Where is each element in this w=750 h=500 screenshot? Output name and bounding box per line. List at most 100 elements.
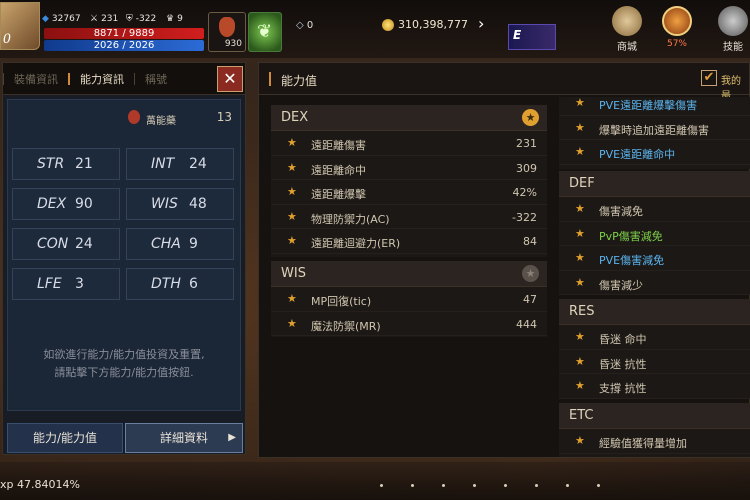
section-wis: WIS ★ ★ MP回復(tic) 47 ★ 魔法防禦(MR) 444 bbox=[271, 261, 547, 337]
stat-row: ★ 傷害減少 bbox=[559, 271, 750, 295]
elixir-row: 萬能藥 13 bbox=[8, 110, 240, 128]
stat-row: ★ 遠距離迴避力(ER) 84 bbox=[271, 229, 547, 254]
mp-bar: 2026 / 2026 bbox=[44, 40, 204, 51]
stat-row: ★ 昏迷 抗性 bbox=[559, 350, 750, 374]
stat-dth: DTH 6 bbox=[126, 268, 234, 300]
stat-d: ♛ 9 bbox=[166, 14, 183, 24]
gold-coin-icon bbox=[382, 18, 394, 31]
stat-str: STR 21 bbox=[12, 148, 120, 180]
stat-row: ★ 支撐 抗性 bbox=[559, 374, 750, 399]
star-icon: ★ bbox=[575, 145, 585, 158]
section-res-header: RES bbox=[559, 299, 750, 325]
bottom-bar: xp 47.84014% bbox=[0, 462, 750, 500]
stat-row: ★ PVE傷害減免 bbox=[559, 246, 750, 271]
section-dex-continued: ★ PVE遠距離爆擊傷害 ★ 爆擊時追加遠距離傷害 ★ PVE遠距離命中 bbox=[559, 97, 750, 169]
shield-icon: ◆ bbox=[42, 14, 49, 24]
section-def: DEF ★ 傷害減免 ★ PvP傷害減免 ★ PVE傷害減免 ★ 傷害減少 bbox=[559, 171, 750, 295]
star-icon: ★ bbox=[287, 234, 297, 247]
hint-text-line1: 如欲進行能力/能力值投資及重置, bbox=[43, 348, 205, 361]
star-icon: ★ bbox=[575, 434, 585, 447]
shop-button[interactable]: 商城 bbox=[612, 6, 642, 53]
page-dot bbox=[411, 484, 414, 487]
stat-row: ★ 遠距離爆擊 42% bbox=[271, 180, 547, 205]
page-dot bbox=[566, 484, 569, 487]
stat-wis: WIS 48 bbox=[126, 188, 234, 220]
stat-row: ★ 昏迷 命中 bbox=[559, 325, 750, 350]
character-info-panel: 裝備資訊 能力資訊 稱號 ✕ 萬能藥 13 STR 21 INT 24 DEX … bbox=[2, 62, 246, 455]
skill-slot-e[interactable]: E bbox=[508, 24, 556, 50]
leaf-icon: ❦ bbox=[257, 21, 273, 42]
star-icon: ★ bbox=[287, 185, 297, 198]
page-dot bbox=[597, 484, 600, 487]
buff-slot[interactable]: ❦ bbox=[248, 12, 282, 52]
exp-readout: xp 47.84014% bbox=[0, 478, 80, 491]
stat-cha: CHA 9 bbox=[126, 228, 234, 260]
buff-button[interactable]: 57% bbox=[662, 6, 692, 49]
potion-count: 930 bbox=[224, 39, 242, 49]
star-favorite-icon[interactable]: ★ bbox=[522, 265, 539, 282]
potion-icon bbox=[219, 17, 235, 37]
stat-row: ★ 經驗值獲得量增加 bbox=[559, 429, 750, 454]
info-tabs: 裝備資訊 能力資訊 稱號 bbox=[3, 63, 245, 95]
top-hud: 0 ◆ 32767 ⚔ 231 ⛨ -322 ♛ 9 8871 / 9889 2… bbox=[0, 0, 750, 58]
elixir-icon bbox=[128, 110, 140, 124]
ability-button[interactable]: 能力/能力值 bbox=[7, 423, 123, 453]
section-dex: DEX ★ ★ 遠距離傷害 231 ★ 遠距離命中 309 ★ 遠距離爆擊 42% ★ 物理防… bbox=[271, 105, 547, 257]
header-accent bbox=[269, 72, 271, 86]
diamond-icon: ◇ bbox=[296, 20, 304, 31]
shop-bag-icon bbox=[612, 6, 642, 36]
page-dot bbox=[504, 484, 507, 487]
star-icon: ★ bbox=[287, 316, 297, 330]
skill-button[interactable]: 技能 bbox=[718, 6, 748, 53]
character-level: 0 bbox=[3, 31, 11, 47]
gold-counter: 310,398,777 bbox=[382, 18, 468, 31]
stat-row: ★ 遠距離命中 309 bbox=[271, 156, 547, 180]
stat-int: INT 24 bbox=[126, 148, 234, 180]
page-dot bbox=[380, 484, 383, 487]
diamond-counter: ◇ 0 bbox=[296, 20, 314, 31]
detail-button[interactable]: 詳細資料 ▶ bbox=[125, 423, 243, 453]
page-dot bbox=[442, 484, 445, 487]
elixir-name: 萬能藥 bbox=[146, 116, 176, 127]
play-arrow-icon: ▶ bbox=[228, 432, 236, 443]
stats-area: 萬能藥 13 STR 21 INT 24 DEX 90 WIS 48 CON 2… bbox=[7, 99, 241, 411]
tab-ability[interactable]: 能力資訊 bbox=[70, 71, 134, 87]
close-button[interactable]: ✕ bbox=[217, 66, 243, 92]
stat-c: ⛨ -322 bbox=[126, 14, 157, 24]
favorite-checkbox[interactable]: ✔ bbox=[701, 70, 717, 86]
stat-row: ★ PVE遠距離命中 bbox=[559, 140, 750, 165]
star-icon: ★ bbox=[575, 226, 585, 240]
stat-row: ★ 遠距離傷害 231 bbox=[271, 131, 547, 156]
character-portrait[interactable]: 0 bbox=[0, 2, 40, 50]
page-dot bbox=[535, 484, 538, 487]
section-etc-header: ETC bbox=[559, 403, 750, 429]
tab-equipment[interactable]: 裝備資訊 bbox=[4, 71, 68, 87]
star-icon: ★ bbox=[575, 120, 585, 134]
trophy-icon: ♛ bbox=[166, 14, 175, 24]
stat-row: ★ 傷害減免 bbox=[559, 197, 750, 222]
section-etc: ETC ★ 經驗值獲得量增加 bbox=[559, 403, 750, 457]
star-icon: ★ bbox=[575, 354, 585, 368]
sword-icon: ⚔ bbox=[90, 14, 99, 24]
stat-row: ★ MP回復(tic) 47 bbox=[271, 287, 547, 312]
ability-values-panel: 能力值 ✔ 我的最 DEX ★ ★遠距離傷害231 ★遠距離命中309 ★遠距離… bbox=[258, 62, 750, 458]
stat-dex: DEX 90 bbox=[12, 188, 120, 220]
star-favorite-icon[interactable]: ★ bbox=[522, 109, 539, 126]
stat-con: CON 24 bbox=[12, 228, 120, 260]
skill-swirl-icon bbox=[718, 6, 748, 36]
tab-title[interactable]: 稱號 bbox=[135, 71, 177, 87]
star-icon: ★ bbox=[287, 160, 297, 174]
star-icon: ★ bbox=[575, 202, 585, 215]
chevron-right-icon[interactable]: › bbox=[478, 14, 484, 33]
section-wis-header: WIS ★ bbox=[271, 261, 547, 287]
potion-slot[interactable]: 930 bbox=[208, 12, 246, 52]
buff-icon bbox=[662, 6, 692, 36]
section-def-header: DEF bbox=[559, 171, 750, 197]
section-res: RES ★ 昏迷 命中 ★ 昏迷 抗性 ★ 支撐 抗性 bbox=[559, 299, 750, 399]
stat-row: ★ PvP傷害減免 bbox=[559, 222, 750, 246]
star-icon: ★ bbox=[575, 275, 585, 289]
star-icon: ★ bbox=[287, 209, 297, 223]
hp-bar: 8871 / 9889 bbox=[44, 28, 204, 39]
stat-row: ★ 爆擊時追加遠距離傷害 bbox=[559, 116, 750, 140]
stat-row: ★ PVE遠距離爆擊傷害 bbox=[559, 97, 750, 116]
